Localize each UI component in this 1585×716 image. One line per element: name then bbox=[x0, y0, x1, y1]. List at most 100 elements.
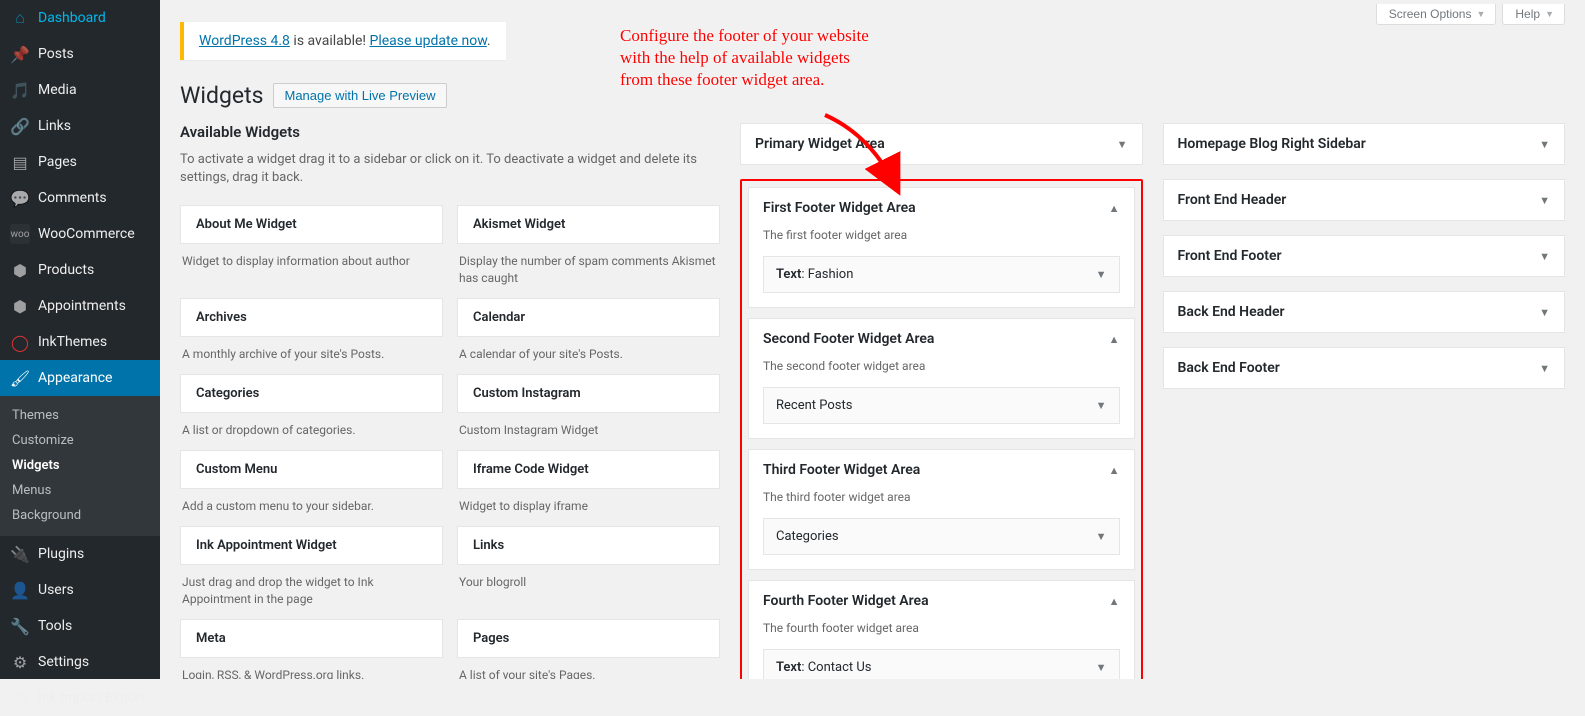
caret-down-icon: ▼ bbox=[1476, 9, 1485, 19]
help-toggle[interactable]: Help ▼ bbox=[1502, 4, 1565, 25]
available-widget-handle[interactable]: Ink Appointment Widget bbox=[180, 526, 443, 565]
sidebar-item-label: Appearance bbox=[38, 370, 150, 386]
available-widget: LinksYour blogroll bbox=[457, 526, 720, 606]
sidebar-item-label: Dashboard bbox=[38, 10, 150, 26]
placed-widget[interactable]: Text: Fashion▼ bbox=[763, 256, 1120, 293]
primary-widget-area[interactable]: Primary Widget Area ▼ bbox=[740, 123, 1143, 165]
available-widget: CategoriesA list or dropdown of categori… bbox=[180, 374, 443, 438]
sidebar-item-label: Products bbox=[38, 262, 150, 278]
available-widget-handle[interactable]: Custom Instagram bbox=[457, 374, 720, 413]
sidebar-item-settings[interactable]: ⚙Settings bbox=[0, 644, 160, 680]
placed-widget-label: Text: Fashion bbox=[776, 267, 853, 282]
available-widget-handle[interactable]: Categories bbox=[180, 374, 443, 413]
widget-area[interactable]: Front End Header▼ bbox=[1163, 179, 1566, 221]
sidebar-item-label: WooCommerce bbox=[38, 226, 150, 242]
link-icon: 🔗 bbox=[10, 116, 30, 136]
widget-area-desc: The fourth footer widget area bbox=[763, 621, 1120, 635]
dashboard-icon: ⌂ bbox=[10, 8, 30, 28]
appointments-icon: ⬢ bbox=[10, 296, 30, 316]
media-icon: 🎵 bbox=[10, 80, 30, 100]
appearance-icon: 🖌 bbox=[10, 368, 30, 388]
settings-icon: ⚙ bbox=[10, 652, 30, 672]
available-widget-handle[interactable]: Akismet Widget bbox=[457, 205, 720, 244]
available-widget-desc: Just drag and drop the widget to Ink App… bbox=[180, 565, 443, 606]
caret-down-icon: ▼ bbox=[1096, 399, 1107, 412]
sidebar-item-inkthemes[interactable]: ◯InkThemes bbox=[0, 324, 160, 360]
placed-widget-label: Recent Posts bbox=[776, 398, 852, 413]
available-widget: Akismet WidgetDisplay the number of spam… bbox=[457, 205, 720, 285]
footer-widget-area: Second Footer Widget Area▲The second foo… bbox=[748, 318, 1135, 439]
update-now-link[interactable]: Please update now bbox=[370, 33, 487, 49]
comments-icon: 💬 bbox=[10, 188, 30, 208]
available-widget: MetaLogin, RSS, & WordPress.org links. bbox=[180, 619, 443, 679]
available-widget-handle[interactable]: Links bbox=[457, 526, 720, 565]
available-widget-desc: A list or dropdown of categories. bbox=[180, 413, 443, 438]
manage-live-preview-button[interactable]: Manage with Live Preview bbox=[273, 83, 446, 108]
caret-up-icon: ▲ bbox=[1109, 595, 1120, 608]
widget-area-header[interactable]: Front End Footer▼ bbox=[1164, 236, 1565, 276]
inkthemes-icon: ◯ bbox=[10, 332, 30, 352]
sidebar-item-users[interactable]: 👤Users bbox=[0, 572, 160, 608]
available-widget-desc: Display the number of spam comments Akis… bbox=[457, 244, 720, 285]
available-widget-handle[interactable]: Meta bbox=[180, 619, 443, 658]
widget-area-header[interactable]: Fourth Footer Widget Area▲ bbox=[749, 581, 1134, 621]
main-content: WordPress 4.8 is available! Please updat… bbox=[160, 0, 1585, 679]
placed-widget[interactable]: Recent Posts ▼ bbox=[763, 387, 1120, 424]
sidebar-item-pages[interactable]: ▤ Pages bbox=[0, 144, 160, 180]
sidebar-item-comments[interactable]: 💬 Comments bbox=[0, 180, 160, 216]
widget-area-header[interactable]: Back End Header▼ bbox=[1164, 292, 1565, 332]
sidebar-item-posts[interactable]: 📌Posts bbox=[0, 36, 160, 72]
widget-area-header[interactable]: Second Footer Widget Area▲ bbox=[749, 319, 1134, 359]
screen-options-toggle[interactable]: Screen Options ▼ bbox=[1376, 4, 1497, 25]
widget-area[interactable]: Homepage Blog Right Sidebar▼ bbox=[1163, 123, 1566, 165]
appearance-sub-menus[interactable]: Menus bbox=[0, 478, 160, 503]
caret-down-icon: ▼ bbox=[1539, 306, 1550, 319]
widget-area-header[interactable]: Back End Footer▼ bbox=[1164, 348, 1565, 388]
plugins-icon: 🔌 bbox=[10, 544, 30, 564]
placed-widget[interactable]: Categories▼ bbox=[763, 518, 1120, 555]
appearance-submenu: ThemesCustomizeWidgetsMenusBackground bbox=[0, 396, 160, 536]
available-widget-handle[interactable]: Pages bbox=[457, 619, 720, 658]
appearance-sub-widgets[interactable]: Widgets bbox=[0, 453, 160, 478]
products-icon: ⬢ bbox=[10, 260, 30, 280]
sidebar-item-label: Comments bbox=[38, 190, 150, 206]
sidebar-item-products[interactable]: ⬢ Products bbox=[0, 252, 160, 288]
wp-version-link[interactable]: WordPress 4.8 bbox=[199, 33, 290, 49]
available-widget-handle[interactable]: Calendar bbox=[457, 298, 720, 337]
appearance-sub-background[interactable]: Background bbox=[0, 503, 160, 528]
sidebar-item-appointments[interactable]: ⬢Appointments bbox=[0, 288, 160, 324]
available-widget-desc: Widget to display information about auth… bbox=[180, 244, 443, 269]
sidebar-item-ink-import-export[interactable]: ⚙Ink Import Export bbox=[0, 680, 160, 716]
sidebar-item-woocommerce[interactable]: wooWooCommerce bbox=[0, 216, 160, 252]
available-widget-handle[interactable]: Custom Menu bbox=[180, 450, 443, 489]
widget-area[interactable]: Front End Footer▼ bbox=[1163, 235, 1566, 277]
widget-area-header[interactable]: Front End Header▼ bbox=[1164, 180, 1565, 220]
available-widget-handle[interactable]: Iframe Code Widget bbox=[457, 450, 720, 489]
available-widgets-column: Available Widgets To activate a widget d… bbox=[180, 123, 720, 679]
available-widget-handle[interactable]: About Me Widget bbox=[180, 205, 443, 244]
available-widget: Ink Appointment WidgetJust drag and drop… bbox=[180, 526, 443, 606]
available-widget: ArchivesA monthly archive of your site's… bbox=[180, 298, 443, 362]
sidebar-item-label: Users bbox=[38, 582, 150, 598]
sidebar-item-dashboard[interactable]: ⌂ Dashboard bbox=[0, 0, 160, 36]
update-nag: WordPress 4.8 is available! Please updat… bbox=[180, 22, 506, 60]
sidebar-item-plugins[interactable]: 🔌Plugins bbox=[0, 536, 160, 572]
appearance-sub-customize[interactable]: Customize bbox=[0, 428, 160, 453]
available-widget-handle[interactable]: Archives bbox=[180, 298, 443, 337]
sidebar-item-label: Pages bbox=[38, 154, 150, 170]
widget-area[interactable]: Back End Footer▼ bbox=[1163, 347, 1566, 389]
footer-widget-area: Third Footer Widget Area▲The third foote… bbox=[748, 449, 1135, 570]
appearance-sub-themes[interactable]: Themes bbox=[0, 403, 160, 428]
placed-widget[interactable]: Text: Contact Us▼ bbox=[763, 649, 1120, 679]
arrow-icon bbox=[820, 110, 910, 200]
sidebar-item-appearance[interactable]: 🖌 Appearance bbox=[0, 360, 160, 396]
sidebar-item-media[interactable]: 🎵Media bbox=[0, 72, 160, 108]
widget-area[interactable]: Back End Header▼ bbox=[1163, 291, 1566, 333]
widget-area-header[interactable]: First Footer Widget Area▲ bbox=[749, 188, 1134, 228]
available-widget-desc: Your blogroll bbox=[457, 565, 720, 590]
widget-area-header[interactable]: Homepage Blog Right Sidebar▼ bbox=[1164, 124, 1565, 164]
widget-area-header[interactable]: Third Footer Widget Area▲ bbox=[749, 450, 1134, 490]
page-icon: ▤ bbox=[10, 152, 30, 172]
sidebar-item-links[interactable]: 🔗Links bbox=[0, 108, 160, 144]
sidebar-item-tools[interactable]: 🔧Tools bbox=[0, 608, 160, 644]
